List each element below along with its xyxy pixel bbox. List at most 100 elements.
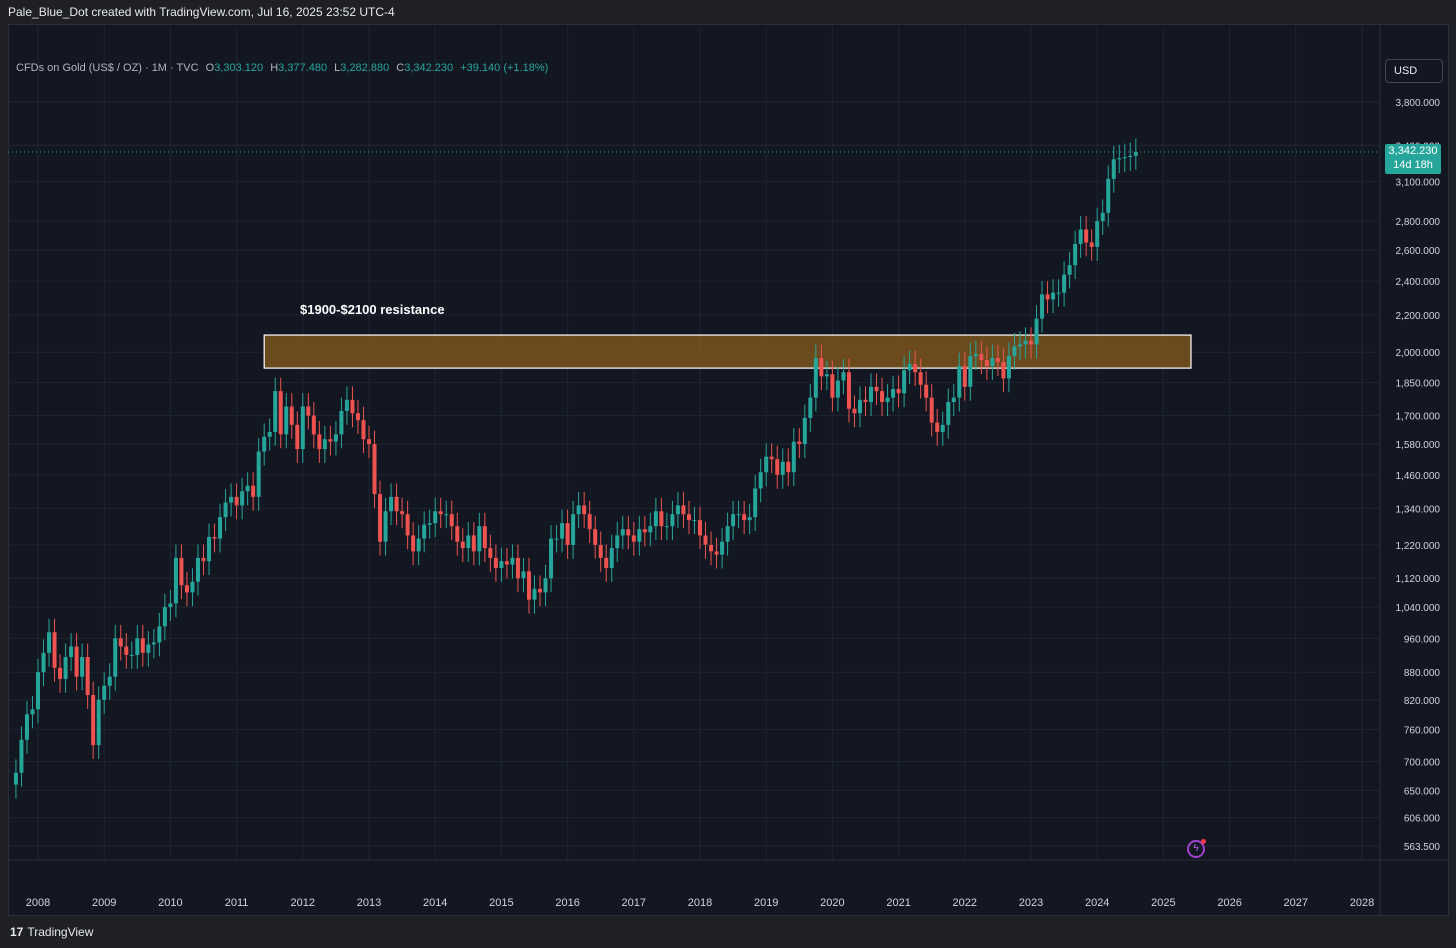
candle-body — [670, 514, 675, 527]
candle-body — [433, 511, 438, 524]
candle-body — [626, 529, 631, 536]
candle-body — [891, 388, 896, 398]
y-tick-label: 1,120.000 — [1396, 574, 1441, 585]
candle-body — [1067, 265, 1072, 275]
tradingview-logo[interactable]: 17 TradingView — [10, 925, 93, 939]
candle-body — [698, 520, 702, 536]
brand-label: TradingView — [27, 925, 94, 939]
candle-body — [195, 557, 200, 582]
candle-body — [333, 434, 338, 442]
high-value: 3,377.480 — [278, 62, 328, 74]
candle-body — [444, 514, 449, 516]
candle-body — [764, 456, 769, 473]
candle-body — [1100, 212, 1105, 222]
candle-body — [411, 535, 416, 552]
y-tick-label: 820.000 — [1404, 696, 1441, 707]
candle-body — [824, 374, 829, 377]
candle-body — [549, 538, 554, 579]
x-tick-label: 2019 — [754, 897, 778, 909]
candle-body — [1106, 178, 1111, 213]
candle-body — [1078, 229, 1083, 244]
y-tick-label: 3,100.000 — [1396, 177, 1441, 188]
currency-button[interactable]: USD — [1385, 59, 1443, 83]
candle-body — [218, 517, 223, 539]
candle-body — [135, 638, 140, 655]
candle-body — [576, 505, 581, 515]
candle-body — [637, 529, 642, 542]
candle-body — [350, 399, 355, 414]
candle-body — [466, 535, 471, 549]
candle-body — [1051, 292, 1056, 300]
candle-body — [471, 535, 476, 552]
bar-countdown: 14d 18h — [1393, 159, 1433, 171]
candle-body — [780, 461, 785, 475]
change-value: +39.140 (+1.18%) — [460, 62, 549, 74]
x-tick-label: 2026 — [1217, 897, 1241, 909]
candle-body — [907, 364, 912, 371]
lightning-icon[interactable]: ϟ — [1187, 839, 1206, 858]
candle-body — [300, 406, 305, 450]
candle-body — [378, 494, 383, 542]
candle-body — [957, 366, 962, 398]
attribution-bar: Pale_Blue_Dot created with TradingView.c… — [0, 0, 1456, 24]
candle-body — [179, 557, 184, 586]
candle-body — [449, 514, 454, 527]
candle-body — [400, 511, 405, 515]
candle-body — [664, 526, 669, 528]
candle-body — [306, 406, 311, 416]
x-tick-label: 2015 — [489, 897, 513, 909]
candle-body — [1122, 156, 1127, 159]
y-tick-label: 2,400.000 — [1396, 277, 1441, 288]
candle-body — [234, 496, 239, 506]
candle-body — [984, 360, 989, 367]
candle-body — [223, 502, 228, 518]
candle-body — [1029, 340, 1033, 345]
candle-body — [311, 415, 316, 435]
candle-body — [554, 538, 559, 540]
candle-body — [273, 391, 278, 432]
candle-body — [791, 441, 796, 473]
resistance-annotation[interactable]: $1900-$2100 resistance — [300, 302, 445, 317]
candle-body — [731, 514, 736, 527]
last-price-value: 3,342.230 — [1388, 145, 1438, 157]
candle-body — [1017, 344, 1022, 347]
y-tick-label: 2,600.000 — [1396, 246, 1441, 257]
price-chart[interactable]: 2008 2009 2010 2011 2012 2013 2014 2015 2016 2017… — [8, 24, 1449, 916]
candle-body — [709, 544, 714, 552]
x-tick-label: 2021 — [886, 897, 910, 909]
candle-body — [686, 514, 691, 521]
x-tick-label: 2012 — [291, 897, 315, 909]
candle-body — [74, 646, 79, 677]
resistance-zone — [263, 334, 1192, 369]
candle-body — [631, 535, 636, 542]
candle-body — [455, 526, 460, 542]
candle-body — [47, 632, 52, 653]
y-tick-label: 1,580.000 — [1396, 440, 1441, 451]
candle-body — [173, 557, 178, 604]
candle-body — [841, 372, 846, 381]
candle-body — [532, 588, 537, 600]
candle-body — [521, 571, 526, 579]
candle-body — [902, 370, 907, 394]
footer-bar: 17 TradingView — [0, 917, 1456, 948]
candle-body — [96, 699, 101, 746]
y-tick-label: 3,800.000 — [1396, 98, 1441, 109]
candle-body — [962, 366, 967, 387]
candle-body — [52, 632, 57, 668]
candle-body — [295, 424, 300, 450]
y-tick-label: 1,850.000 — [1396, 379, 1441, 390]
candle-body — [339, 410, 344, 435]
candle-body — [460, 541, 465, 549]
candle-body — [190, 581, 195, 593]
x-tick-label: 2022 — [953, 897, 977, 909]
candle-body — [775, 459, 780, 475]
candle-body — [240, 491, 245, 506]
candle-body — [267, 431, 272, 437]
ohlc-legend: CFDs on Gold (US$ / OZ) · 1M · TVC O3,30… — [16, 62, 548, 74]
candle-body — [852, 408, 857, 414]
candle-body — [714, 551, 719, 555]
candle-body — [157, 626, 162, 643]
x-tick-label: 2020 — [820, 897, 844, 909]
candle-body — [620, 529, 625, 536]
candle-body — [846, 372, 851, 409]
